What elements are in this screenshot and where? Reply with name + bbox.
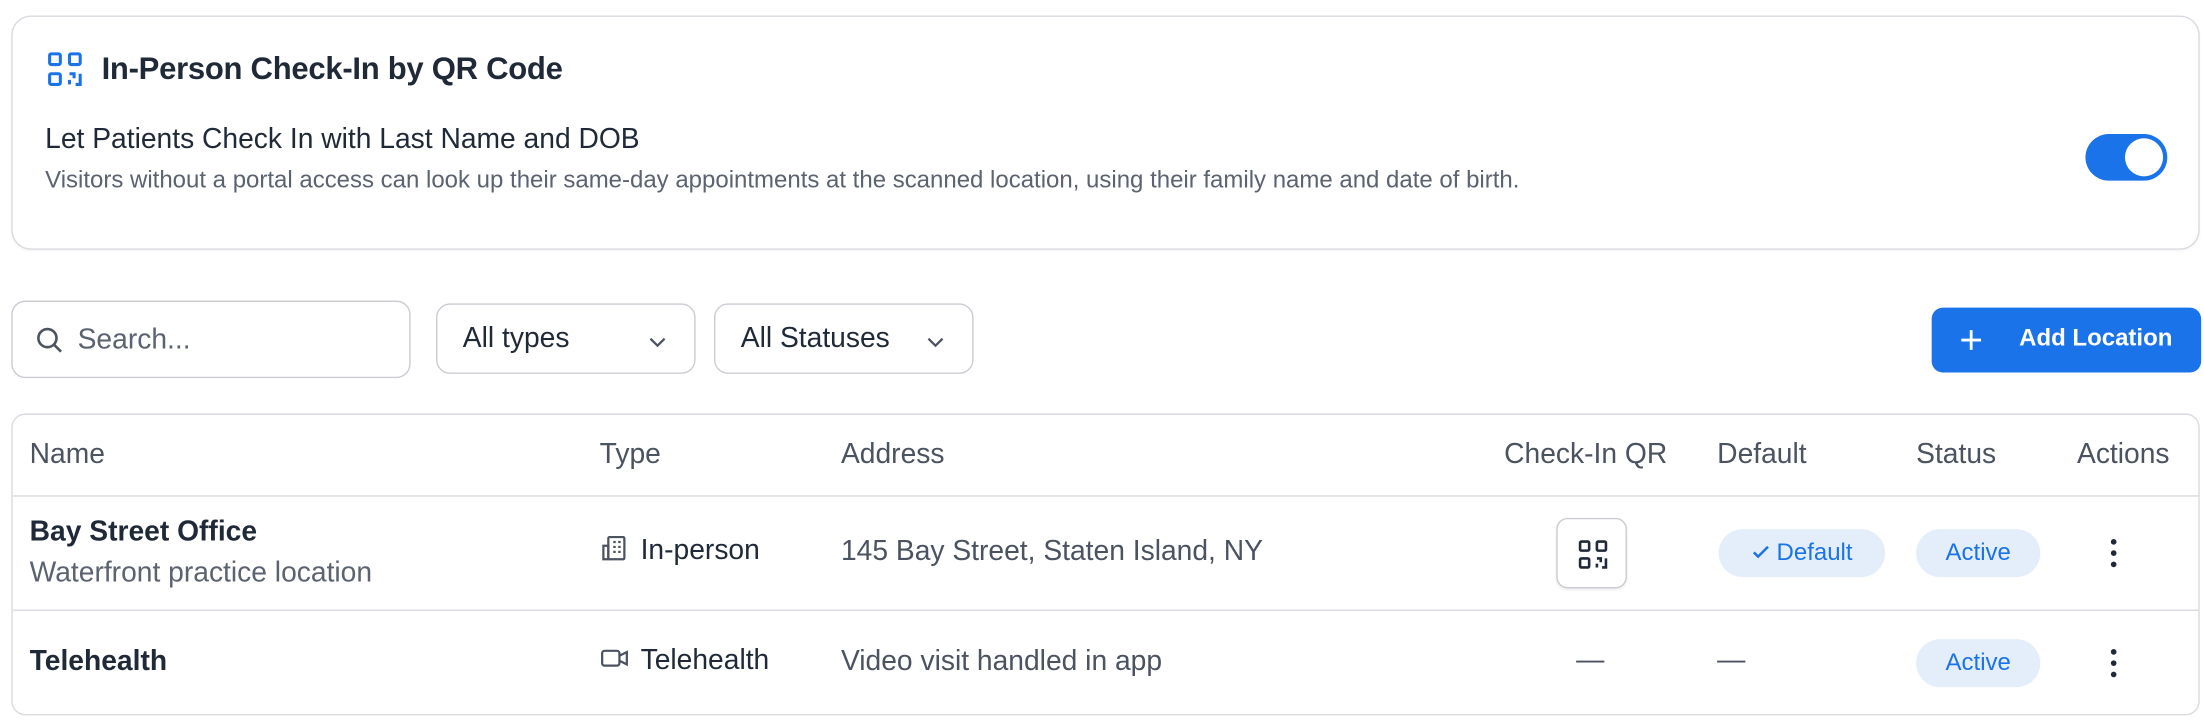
table-row[interactable]: Bay Street Office Waterfront practice lo…: [12, 497, 2199, 611]
default-badge: Default: [1718, 529, 1886, 578]
add-location-button[interactable]: Add Location: [1931, 307, 2202, 373]
lastname-dob-toggle[interactable]: [2085, 134, 2168, 181]
building-icon: [602, 535, 626, 561]
search-input[interactable]: [77, 316, 396, 365]
location-type: In-person: [600, 533, 760, 567]
search-icon: [37, 327, 62, 353]
location-address: Video visit handled in app: [840, 646, 1163, 678]
status-filter-label: All Statuses: [740, 323, 890, 355]
setting-title: Let Patients Check In with Last Name and…: [45, 124, 640, 156]
video-camera-icon: [601, 649, 628, 667]
location-name: Telehealth: [29, 646, 168, 678]
column-header-name: Name: [29, 438, 105, 470]
location-type: Telehealth: [600, 643, 770, 677]
column-header-checkin-qr: Check-In QR: [1504, 438, 1668, 470]
location-type-label: Telehealth: [640, 644, 770, 676]
status-badge: Active: [1916, 529, 2041, 578]
row-actions-menu-icon[interactable]: [2095, 535, 2132, 572]
column-header-default: Default: [1717, 438, 1807, 470]
column-header-status: Status: [1916, 438, 1997, 470]
locations-table: Name Type Address Check-In QR Default St…: [11, 413, 2200, 716]
add-location-label: Add Location: [2019, 324, 2173, 352]
toggle-knob: [2124, 138, 2164, 177]
qr-code-icon: [48, 52, 82, 86]
column-header-actions: Actions: [2076, 438, 2170, 470]
card-title: In-Person Check-In by QR Code: [101, 50, 563, 87]
row-actions-menu-icon[interactable]: [2095, 645, 2132, 682]
status-filter-select[interactable]: All Statuses: [713, 303, 974, 374]
type-filter-label: All types: [462, 323, 570, 355]
chevron-down-icon: [649, 337, 666, 348]
column-header-address: Address: [840, 438, 945, 470]
column-header-type: Type: [599, 438, 661, 470]
default-empty: —: [1717, 644, 1746, 676]
setting-description: Visitors without a portal access can loo…: [45, 166, 1520, 194]
qr-code-icon: [1578, 540, 1608, 569]
location-address: 145 Bay Street, Staten Island, NY: [840, 536, 1263, 568]
checkin-qr-button[interactable]: [1556, 517, 1627, 589]
checkin-qr-empty: —: [1576, 644, 1605, 676]
check-icon: [1753, 545, 1769, 559]
type-filter-select[interactable]: All types: [435, 303, 696, 374]
location-subtitle: Waterfront practice location: [29, 557, 373, 589]
qr-checkin-card: In-Person Check-In by QR Code Let Patien…: [11, 15, 2200, 250]
plus-icon: [1961, 330, 1982, 350]
table-row[interactable]: Telehealth Telehealth Video visit handle…: [13, 611, 2199, 714]
stage: In-Person Check-In by QR Code Let Patien…: [0, 0, 2204, 722]
status-badge: Active: [1916, 639, 2041, 688]
chevron-down-icon: [927, 337, 944, 348]
default-badge-label: Default: [1776, 539, 1853, 566]
location-type-label: In-person: [640, 534, 760, 566]
search-box[interactable]: [11, 300, 411, 379]
table-header: Name Type Address Check-In QR Default St…: [12, 415, 2199, 497]
location-name: Bay Street Office: [29, 516, 258, 548]
